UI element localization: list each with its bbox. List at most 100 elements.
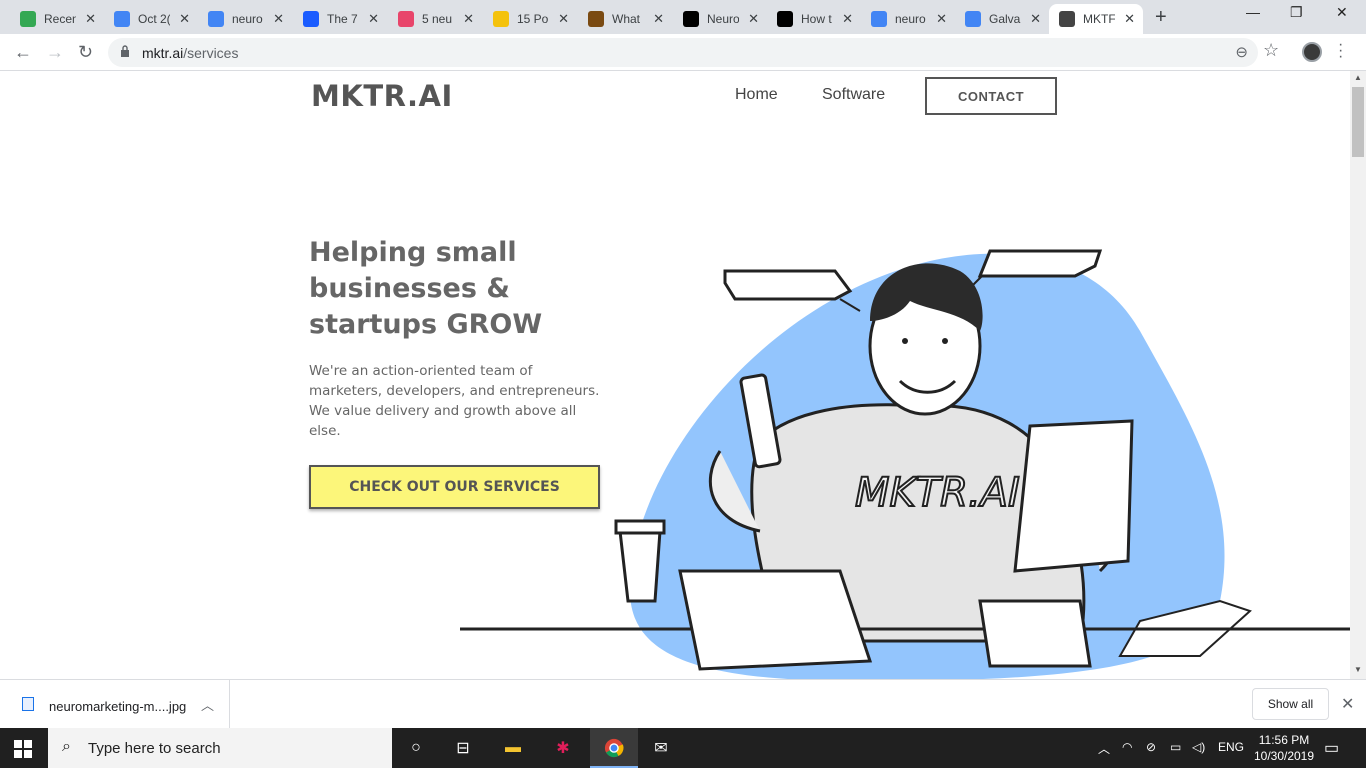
wifi-icon[interactable]: ◠ xyxy=(1122,740,1132,754)
contact-button[interactable]: CONTACT xyxy=(925,77,1057,115)
close-tab-icon[interactable]: ✕ xyxy=(368,11,379,27)
close-download-bar-icon[interactable]: ✕ xyxy=(1341,694,1354,714)
blue-square-icon xyxy=(303,11,319,27)
image-file-icon xyxy=(22,697,34,711)
google-icon xyxy=(965,11,981,27)
site-logo[interactable]: MKTR.AI xyxy=(311,79,453,113)
windows-start-icon[interactable] xyxy=(14,740,32,758)
browser-tab[interactable]: Recen ✕ xyxy=(10,4,104,34)
minimize-icon[interactable]: — xyxy=(1246,4,1260,20)
yellow-ring-icon xyxy=(493,11,509,27)
close-tab-icon[interactable]: ✕ xyxy=(1030,11,1041,27)
clock-time: 11:56 PM xyxy=(1258,733,1310,747)
tab-title: Galva xyxy=(989,12,1021,26)
tab-title: 15 Po xyxy=(517,12,549,26)
tray-chevron-icon[interactable]: ︿ xyxy=(1098,740,1110,757)
close-tab-icon[interactable]: ✕ xyxy=(936,11,947,27)
chevron-up-icon[interactable]: ︿ xyxy=(201,695,214,714)
taskbar-search-box[interactable]: ⌕ Type here to search xyxy=(48,728,392,768)
tab-title: What xyxy=(612,12,641,26)
close-tab-icon[interactable]: ✕ xyxy=(273,11,284,27)
close-tab-icon[interactable]: ✕ xyxy=(179,11,190,27)
tab-title: 5 neu xyxy=(422,12,453,26)
browser-tab[interactable]: neuro ✕ xyxy=(861,4,955,34)
tab-title: Oct 2( xyxy=(138,12,170,26)
browser-tab[interactable]: The 7 ✕ xyxy=(293,4,387,34)
tab-title: How t xyxy=(801,12,832,26)
notifications-icon[interactable]: ▭ xyxy=(1324,738,1339,758)
tab-title: neuro xyxy=(232,12,263,26)
close-tab-icon[interactable]: ✕ xyxy=(748,11,759,27)
hero-illustration: MKTR.AI xyxy=(460,249,1350,679)
reload-icon[interactable]: ↻ xyxy=(78,42,93,63)
maximize-icon[interactable]: ❐ xyxy=(1290,4,1303,21)
profile-avatar[interactable] xyxy=(1302,42,1322,62)
browser-tab[interactable]: Galva ✕ xyxy=(955,4,1049,34)
zoom-icon[interactable]: ⊖ xyxy=(1235,43,1248,61)
mktr-icon xyxy=(1059,11,1075,27)
tab-title: The 7 xyxy=(327,12,358,26)
close-tab-icon[interactable]: ✕ xyxy=(463,11,474,27)
google-icon xyxy=(871,11,887,27)
browser-toolbar: ← → ↻ mktr.ai/services ⊖ xyxy=(0,34,1366,71)
close-tab-icon[interactable]: ✕ xyxy=(1124,11,1135,27)
scroll-down-icon[interactable]: ▼ xyxy=(1354,665,1362,674)
web-page: MKTR.AI Home Software CONTACT Helping sm… xyxy=(0,71,1350,679)
volume-icon[interactable]: ◁) xyxy=(1192,740,1205,754)
sweatshirt-label: MKTR.AI xyxy=(855,470,1020,516)
cortana-icon[interactable]: ○ xyxy=(405,738,427,758)
browser-tab[interactable]: Neuro ✕ xyxy=(673,4,767,34)
scroll-up-icon[interactable]: ▲ xyxy=(1354,73,1362,82)
windows-taskbar: ⌕ Type here to search ○ ⊟ ▬ ✱ ✉ ︿ ◠ ⊘ ▭ … xyxy=(0,728,1366,768)
tab-title: MKTF xyxy=(1083,12,1115,26)
forward-icon[interactable]: → xyxy=(46,42,64,63)
show-all-button[interactable]: Show all xyxy=(1252,688,1329,720)
lock-icon xyxy=(121,45,129,57)
nav-home-link[interactable]: Home xyxy=(735,86,778,104)
clock-date: 10/30/2019 xyxy=(1253,749,1315,763)
browser-tab[interactable]: MKTF ✕ xyxy=(1049,4,1143,34)
address-bar[interactable]: mktr.ai/services ⊖ xyxy=(108,38,1258,67)
brown-circle-icon xyxy=(588,11,604,27)
menu-kebab-icon[interactable]: · · · xyxy=(1338,37,1343,65)
new-tab-button[interactable]: + xyxy=(1155,6,1167,29)
browser-tab[interactable]: neuro ✕ xyxy=(198,4,292,34)
close-tab-icon[interactable]: ✕ xyxy=(653,11,664,27)
task-view-icon[interactable]: ⊟ xyxy=(452,738,474,758)
google-icon xyxy=(208,11,224,27)
google-docs-icon xyxy=(114,11,130,27)
tab-title: Neuro xyxy=(707,12,739,26)
url-path: /services xyxy=(183,45,239,61)
nav-software-link[interactable]: Software xyxy=(822,86,885,104)
url-host: mktr.ai xyxy=(142,45,184,61)
browser-tab[interactable]: 5 neu ✕ xyxy=(388,4,482,34)
back-icon[interactable]: ← xyxy=(14,42,32,63)
scrollbar-thumb[interactable] xyxy=(1352,87,1364,157)
battery-icon[interactable]: ▭ xyxy=(1170,740,1181,754)
mail-icon[interactable]: ✉ xyxy=(650,738,672,758)
bookmark-star-icon[interactable]: ☆ xyxy=(1263,40,1279,61)
close-tab-icon[interactable]: ✕ xyxy=(842,11,853,27)
browser-tab[interactable]: Oct 2( ✕ xyxy=(104,4,198,34)
browser-tab[interactable]: What ✕ xyxy=(578,4,672,34)
google-drive-icon xyxy=(20,11,36,27)
tab-strip: Recen ✕ Oct 2(✕ neuro ✕ The 7 ✕ 5 neu ✕ 15 Po ✕ Wha… xyxy=(0,0,1366,34)
system-clock[interactable]: 11:56 PM 10/30/2019 xyxy=(1250,732,1318,764)
tab-title: neuro xyxy=(895,12,926,26)
file-explorer-icon[interactable]: ▬ xyxy=(502,738,524,758)
slack-icon[interactable]: ✱ xyxy=(552,738,574,758)
download-item[interactable]: neuromarketing-m....jpg ︿ xyxy=(0,680,230,728)
browser-tab[interactable]: 15 Po ✕ xyxy=(483,4,577,34)
chrome-icon xyxy=(604,738,624,758)
close-tab-icon[interactable]: ✕ xyxy=(558,11,569,27)
uae-logo-icon xyxy=(777,11,793,27)
browser-tab[interactable]: How t ✕ xyxy=(767,4,861,34)
network-icon[interactable]: ⊘ xyxy=(1146,740,1156,754)
language-indicator[interactable]: ENG xyxy=(1218,740,1244,754)
close-tab-icon[interactable]: ✕ xyxy=(85,11,96,27)
page-scrollbar[interactable]: ▲ ▼ xyxy=(1350,71,1366,679)
tab-title: Recen xyxy=(44,12,76,26)
taskbar-search-placeholder: Type here to search xyxy=(88,740,221,757)
close-window-icon[interactable]: ✕ xyxy=(1336,4,1348,21)
search-icon: ⌕ xyxy=(62,738,71,755)
